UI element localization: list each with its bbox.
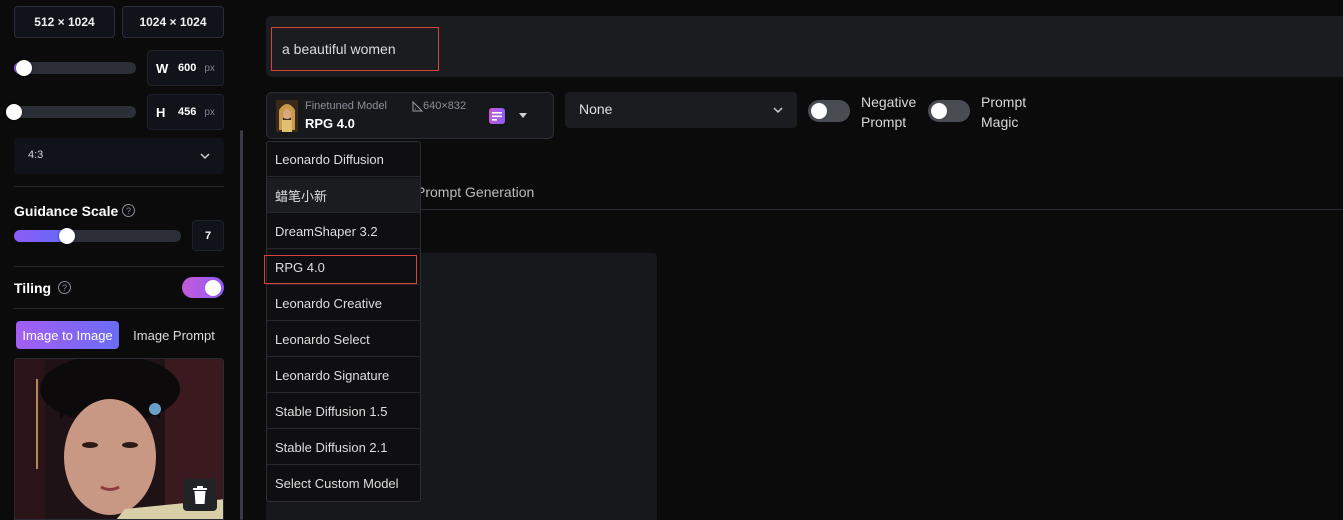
ruler-icon xyxy=(412,101,423,112)
dropdown-item-leonardo-signature[interactable]: Leonardo Signature xyxy=(267,358,420,393)
aspect-ratio-select[interactable]: 4:3 xyxy=(14,138,224,174)
height-label: H xyxy=(156,104,166,120)
prompt-magic-label: Prompt Magic xyxy=(981,92,1026,132)
tab-divider xyxy=(266,209,1343,210)
negative-prompt-toggle[interactable] xyxy=(808,100,850,122)
style-select-value: None xyxy=(579,101,613,117)
help-icon[interactable]: ? xyxy=(122,204,135,217)
guidance-value-field[interactable]: 7 xyxy=(192,220,224,251)
guidance-value[interactable]: 7 xyxy=(205,230,211,242)
dropdown-item-stable-diffusion-2-1[interactable]: Stable Diffusion 2.1 xyxy=(267,430,420,465)
height-unit: px xyxy=(204,106,215,118)
dropdown-item-dreamshaper[interactable]: DreamShaper 3.2 xyxy=(267,214,420,249)
model-name: RPG 4.0 xyxy=(305,116,355,131)
tiling-label: Tiling xyxy=(14,280,52,296)
guidance-slider[interactable] xyxy=(14,228,181,244)
height-field[interactable]: H 456 px xyxy=(147,94,224,130)
width-slider-knob[interactable] xyxy=(16,60,32,76)
dropdown-item-stable-diffusion-1-5[interactable]: Stable Diffusion 1.5 xyxy=(267,394,420,429)
chevron-down-icon xyxy=(200,153,210,160)
tab-image-prompt[interactable]: Image Prompt xyxy=(126,321,222,349)
width-unit: px xyxy=(204,62,215,74)
dim-1024x1024-button[interactable]: 1024 × 1024 xyxy=(122,6,224,38)
style-select[interactable]: None xyxy=(565,92,797,128)
prompt-magic-toggle[interactable] xyxy=(928,100,970,122)
dropdown-item-crayon-shinchan[interactable]: 蜡笔小新 xyxy=(267,178,420,213)
negative-prompt-label: Negative Prompt xyxy=(861,92,916,132)
width-slider[interactable] xyxy=(14,60,136,76)
divider xyxy=(14,186,224,187)
prompt-input[interactable] xyxy=(271,27,439,71)
dropdown-item-leonardo-select[interactable]: Leonardo Select xyxy=(267,322,420,357)
dropdown-item-rpg[interactable]: RPG 4.0 xyxy=(267,250,420,285)
model-dropdown-menu: Leonardo Diffusion 蜡笔小新 DreamShaper 3.2 … xyxy=(266,141,421,502)
prompt-magic-label-line1: Prompt xyxy=(981,94,1027,110)
negative-prompt-label-line1: Negative xyxy=(861,94,917,110)
height-slider[interactable] xyxy=(6,104,136,120)
init-image-preview[interactable] xyxy=(14,358,224,520)
help-icon[interactable]: ? xyxy=(58,281,71,294)
divider xyxy=(14,308,224,309)
dropdown-item-select-custom-model[interactable]: Select Custom Model xyxy=(267,466,420,501)
width-value[interactable]: 600 xyxy=(178,62,196,74)
guidance-slider-knob[interactable] xyxy=(59,228,75,244)
chevron-down-icon xyxy=(773,107,783,114)
prompt-magic-label-line2: Magic xyxy=(981,114,1019,130)
caret-down-icon[interactable] xyxy=(518,112,528,120)
height-slider-knob[interactable] xyxy=(6,104,22,120)
model-type-label: Finetuned Model xyxy=(305,100,387,112)
tab-prompt-generation[interactable]: Prompt Generation xyxy=(416,184,534,200)
height-value[interactable]: 456 xyxy=(178,106,196,118)
guidance-scale-label: Guidance Scale xyxy=(14,203,119,219)
dropdown-item-leonardo-diffusion[interactable]: Leonardo Diffusion xyxy=(267,142,420,177)
model-thumbnail xyxy=(276,100,298,132)
prompt-magic-toggle-knob xyxy=(931,103,947,119)
trash-icon xyxy=(193,486,207,504)
delete-image-button[interactable] xyxy=(183,479,217,511)
tiling-toggle[interactable] xyxy=(182,277,224,298)
tiling-toggle-knob xyxy=(205,280,221,296)
negative-prompt-toggle-knob xyxy=(811,103,827,119)
tab-image-to-image[interactable]: Image to Image xyxy=(16,321,119,349)
width-label: W xyxy=(156,60,169,76)
model-details-icon[interactable] xyxy=(488,107,506,125)
divider xyxy=(14,266,224,267)
sidebar: 512 × 1024 1024 × 1024 W 600 px H 456 px… xyxy=(0,0,244,520)
model-selector[interactable]: Finetuned Model RPG 4.0 640×832 xyxy=(266,92,554,139)
dim-512x1024-button[interactable]: 512 × 1024 xyxy=(14,6,115,38)
negative-prompt-label-line2: Prompt xyxy=(861,114,907,130)
dropdown-item-leonardo-creative[interactable]: Leonardo Creative xyxy=(267,286,420,321)
sidebar-scrollbar[interactable] xyxy=(240,130,243,520)
aspect-ratio-value: 4:3 xyxy=(28,149,44,161)
model-resolution: 640×832 xyxy=(423,100,467,112)
width-field[interactable]: W 600 px xyxy=(147,50,224,86)
